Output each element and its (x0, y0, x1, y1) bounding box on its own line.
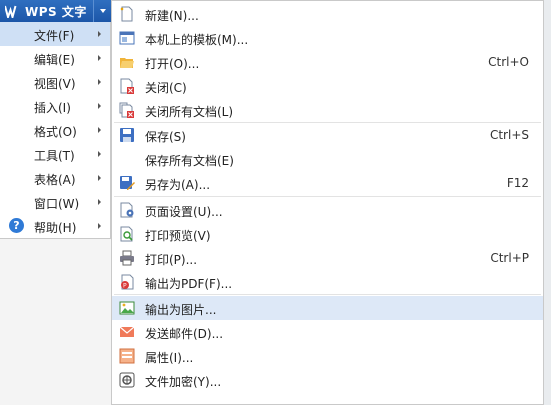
file-menu-save-as[interactable]: 另存为(A)... F12 (112, 171, 543, 195)
menu-file[interactable]: 文件(F) (0, 22, 110, 46)
image-export-icon (119, 301, 135, 315)
file-menu-print-preview[interactable]: 打印预览(V) (112, 222, 543, 246)
file-menu-send-mail[interactable]: 发送邮件(D)... (112, 320, 543, 344)
menu-view[interactable]: 视图(V) (0, 70, 110, 94)
menu-label: 窗口(W) (34, 197, 80, 211)
chevron-right-icon (98, 103, 101, 109)
menu-item-label: 输出为PDF(F)... (145, 277, 233, 291)
chevron-right-icon (98, 31, 101, 37)
menu-edit[interactable]: 编辑(E) (0, 46, 110, 70)
menu-table[interactable]: 表格(A) (0, 166, 110, 190)
page-setup-icon (120, 202, 134, 218)
app-title: WPS 文字 (25, 4, 87, 19)
file-menu-properties[interactable]: 属性(I)... (112, 344, 543, 368)
chevron-right-icon (98, 223, 101, 229)
chevron-right-icon (98, 175, 101, 181)
shortcut-label: Ctrl+P (490, 251, 529, 265)
file-menu-export-image[interactable]: 输出为图片... (112, 296, 543, 320)
menu-item-label: 保存所有文档(E) (145, 154, 234, 168)
file-menu-templates[interactable]: 本机上的模板(M)... (112, 26, 543, 50)
menu-label: 表格(A) (34, 173, 76, 187)
menu-item-label: 属性(I)... (145, 351, 194, 365)
file-menu-encrypt[interactable]: 文件加密(Y)... (112, 368, 543, 392)
menu-item-label: 关闭(C) (145, 81, 187, 95)
chevron-right-icon (98, 151, 101, 157)
separator (114, 196, 541, 197)
menu-item-label: 打印预览(V) (145, 229, 211, 243)
close-document-icon (120, 78, 134, 94)
menu-label: 格式(O) (34, 125, 77, 139)
menu-item-label: 本机上的模板(M)... (145, 33, 249, 47)
menu-window[interactable]: 窗口(W) (0, 190, 110, 214)
chevron-right-icon (98, 79, 101, 85)
menu-label: 插入(I) (34, 101, 71, 115)
menu-item-label: 另存为(A)... (145, 178, 211, 192)
shortcut-label: F12 (506, 176, 529, 190)
save-icon (120, 128, 134, 142)
pdf-icon: P (121, 274, 134, 290)
chevron-right-icon (98, 199, 101, 205)
file-menu-export-pdf[interactable]: P 输出为PDF(F)... (112, 270, 543, 294)
menu-insert[interactable]: 插入(I) (0, 94, 110, 118)
file-menu-page-setup[interactable]: 页面设置(U)... (112, 198, 543, 222)
menu-item-label: 打开(O)... (145, 57, 200, 71)
wps-menu-button[interactable]: WPS 文字 (0, 0, 111, 22)
menu-item-label: 关闭所有文档(L) (145, 105, 234, 119)
shortcut-label: Ctrl+O (488, 55, 529, 69)
encrypt-icon (119, 372, 135, 388)
file-menu-close[interactable]: 关闭(C) (112, 74, 543, 98)
menu-item-label: 页面设置(U)... (145, 205, 223, 219)
svg-text:P: P (123, 283, 127, 290)
menu-item-label: 新建(N)... (145, 9, 199, 23)
menu-item-label: 发送邮件(D)... (145, 327, 224, 341)
menu-label: 文件(F) (34, 29, 75, 43)
file-menu-save-all[interactable]: 保存所有文档(E) (112, 147, 543, 171)
help-icon: ? (9, 218, 24, 233)
chevron-right-icon (98, 127, 101, 133)
chevron-down-icon[interactable] (93, 0, 111, 22)
properties-icon (119, 348, 135, 364)
menu-item-label: 打印(P)... (145, 253, 198, 267)
file-menu: 新建(N)... 本机上的模板(M)... 打开(O)... Ctrl+O 关闭… (111, 0, 544, 405)
menu-help[interactable]: ? 帮助(H) (0, 214, 110, 238)
file-menu-print[interactable]: 打印(P)... Ctrl+P (112, 246, 543, 270)
print-preview-icon (120, 226, 133, 242)
separator (114, 294, 541, 295)
document-area-edge (544, 0, 551, 405)
printer-icon (120, 250, 134, 266)
shortcut-label: Ctrl+S (489, 128, 529, 142)
save-as-icon (120, 176, 135, 190)
template-icon (119, 31, 135, 45)
menu-tools[interactable]: 工具(T) (0, 142, 110, 166)
main-menu-list: 文件(F) 编辑(E) 视图(V) 插入(I) 格式(O) 工具(T) 表格(A… (0, 22, 111, 239)
menu-label: 编辑(E) (34, 53, 75, 67)
open-folder-icon (120, 58, 134, 68)
menu-label: 视图(V) (34, 77, 76, 91)
menu-label: 帮助(H) (34, 221, 77, 235)
wps-logo-icon (5, 5, 17, 18)
new-document-icon (120, 6, 133, 22)
file-menu-open[interactable]: 打开(O)... Ctrl+O (112, 50, 543, 74)
chevron-right-icon (98, 55, 101, 61)
menu-item-label: 输出为图片... (145, 303, 217, 317)
file-menu-new[interactable]: 新建(N)... (112, 2, 543, 26)
mail-icon (119, 326, 135, 337)
menu-item-label: 保存(S) (145, 130, 186, 144)
menu-label: 工具(T) (34, 149, 75, 163)
file-menu-save[interactable]: 保存(S) Ctrl+S (112, 123, 543, 147)
close-all-icon (119, 102, 134, 118)
file-menu-close-all[interactable]: 关闭所有文档(L) (112, 98, 543, 122)
menu-format[interactable]: 格式(O) (0, 118, 110, 142)
menu-item-label: 文件加密(Y)... (145, 375, 222, 389)
